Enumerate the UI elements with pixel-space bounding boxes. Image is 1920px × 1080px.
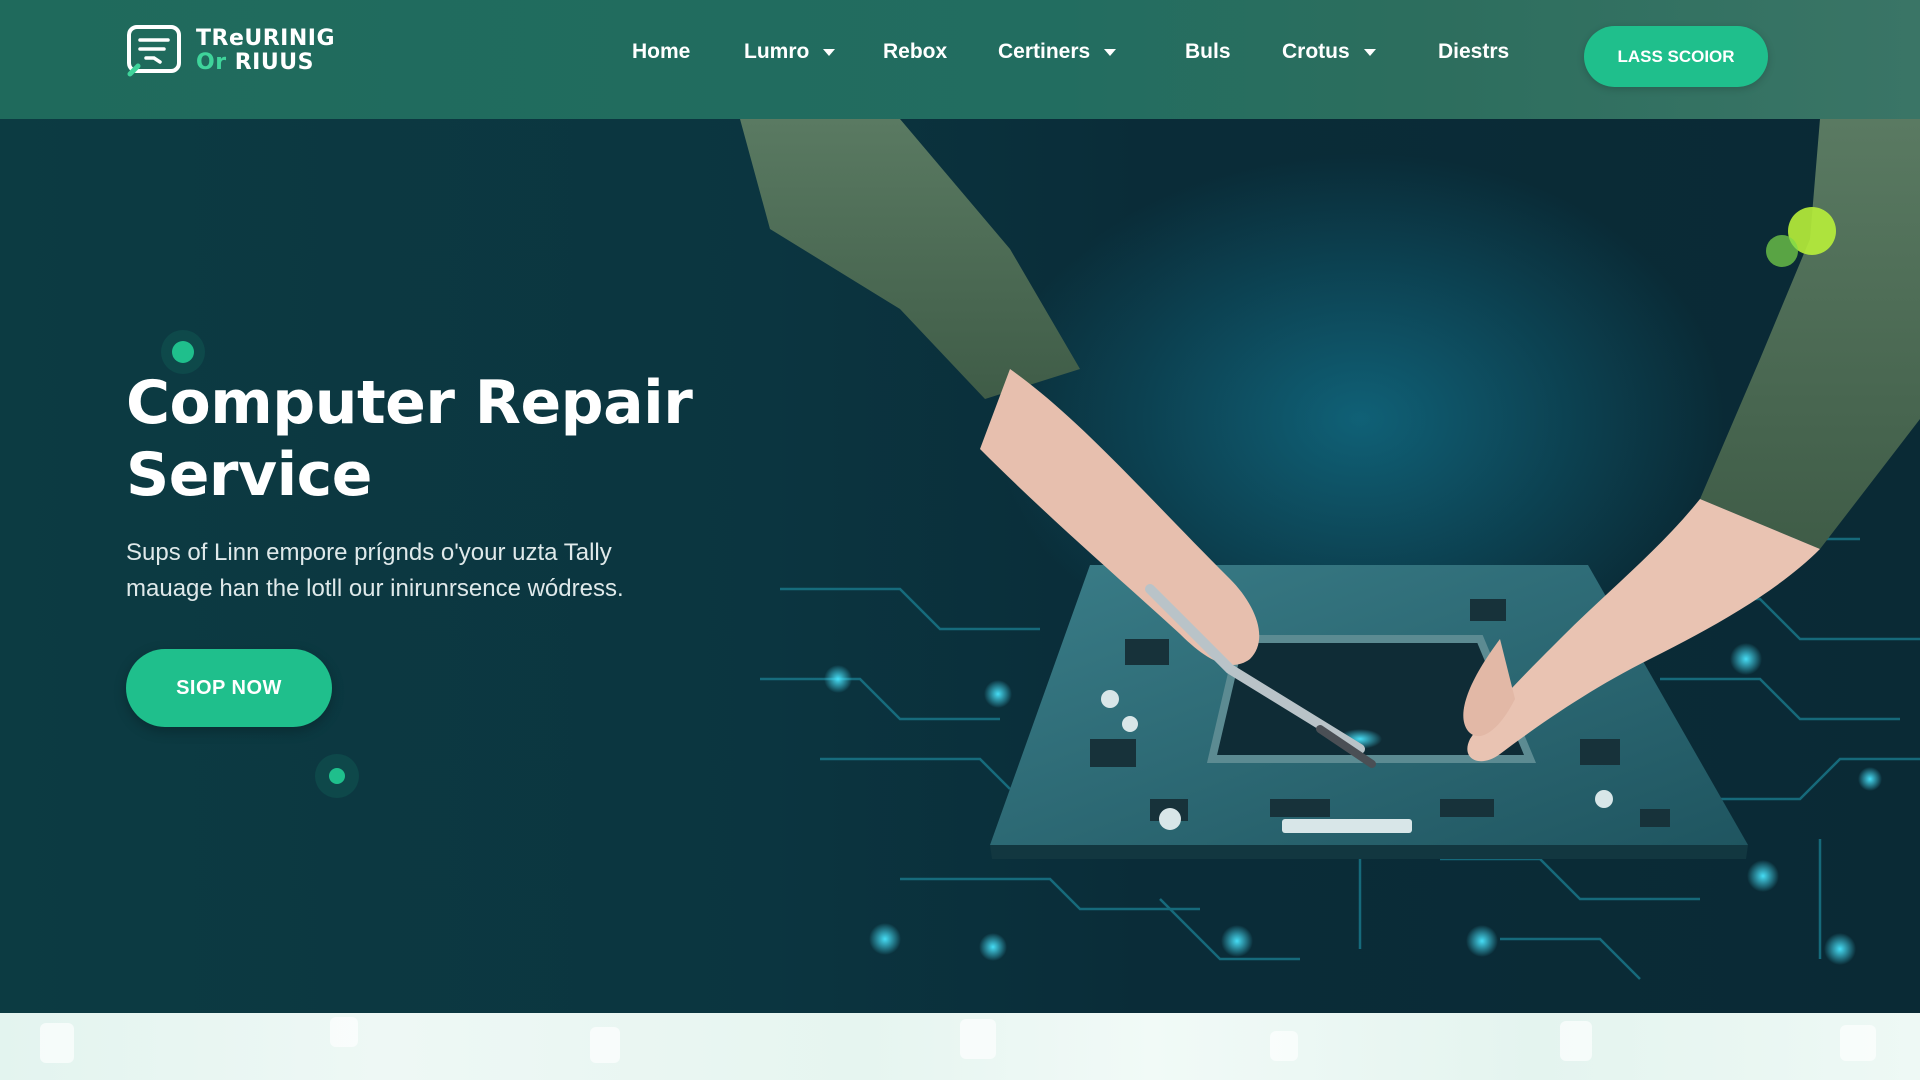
nav-item-label: Certiners xyxy=(998,40,1091,63)
chevron-down-icon xyxy=(1363,48,1376,56)
decorative-bokeh xyxy=(40,1023,74,1063)
decorative-bokeh xyxy=(960,1019,996,1059)
hero-subtitle-line-2: mauage han the lotll our inirunrsence wó… xyxy=(126,575,624,602)
nav-item-label: Buls xyxy=(1185,40,1231,63)
decorative-bokeh xyxy=(1840,1025,1876,1061)
chevron-down-icon xyxy=(1104,48,1117,56)
decorative-bokeh xyxy=(1560,1021,1592,1061)
decorative-dot xyxy=(172,341,194,363)
shop-now-button[interactable]: SIOP NOW xyxy=(126,649,332,727)
decorative-bokeh xyxy=(330,1017,358,1047)
decorative-dot xyxy=(329,768,345,784)
nav-item-label: Lumro xyxy=(744,40,810,63)
hero-section: Computer Repair Service Sups of Linn emp… xyxy=(0,119,1920,1013)
nav-item-crotus[interactable]: Crotus xyxy=(1282,40,1376,64)
decorative-bokeh xyxy=(1270,1031,1298,1061)
nav-item-label: Home xyxy=(632,40,691,63)
nav-item-label: Rebox xyxy=(883,40,948,63)
nav-item-lumro[interactable]: Lumro xyxy=(744,40,836,64)
hero-subtitle-line-1: Sups of Linn empore prígnds o'your uzta … xyxy=(126,539,612,566)
next-section-preview xyxy=(0,1013,1920,1080)
nav-item-diestrs[interactable]: Diestrs xyxy=(1438,40,1509,64)
hero-subtitle: Sups of Linn empore prígnds o'your uzta … xyxy=(126,535,766,607)
nav-item-label: Crotus xyxy=(1282,40,1350,63)
nav-item-label: Diestrs xyxy=(1438,40,1510,63)
nav-item-home[interactable]: Home xyxy=(632,40,690,64)
header-cta-button[interactable]: LASS SCOIOR xyxy=(1584,26,1768,87)
site-header: TReURINIG Or RIUUS Home Lumro Rebox Cert… xyxy=(0,0,1920,119)
hero-title-line-2: Service xyxy=(126,440,372,510)
hero-title: Computer Repair Service xyxy=(126,367,826,511)
nav-item-certiners[interactable]: Certiners xyxy=(998,40,1117,64)
nav-item-rebox[interactable]: Rebox xyxy=(883,40,947,64)
chevron-down-icon xyxy=(823,48,836,56)
hero-title-line-1: Computer Repair xyxy=(126,368,693,438)
nav-item-buls[interactable]: Buls xyxy=(1185,40,1231,64)
decorative-bokeh xyxy=(590,1027,620,1063)
